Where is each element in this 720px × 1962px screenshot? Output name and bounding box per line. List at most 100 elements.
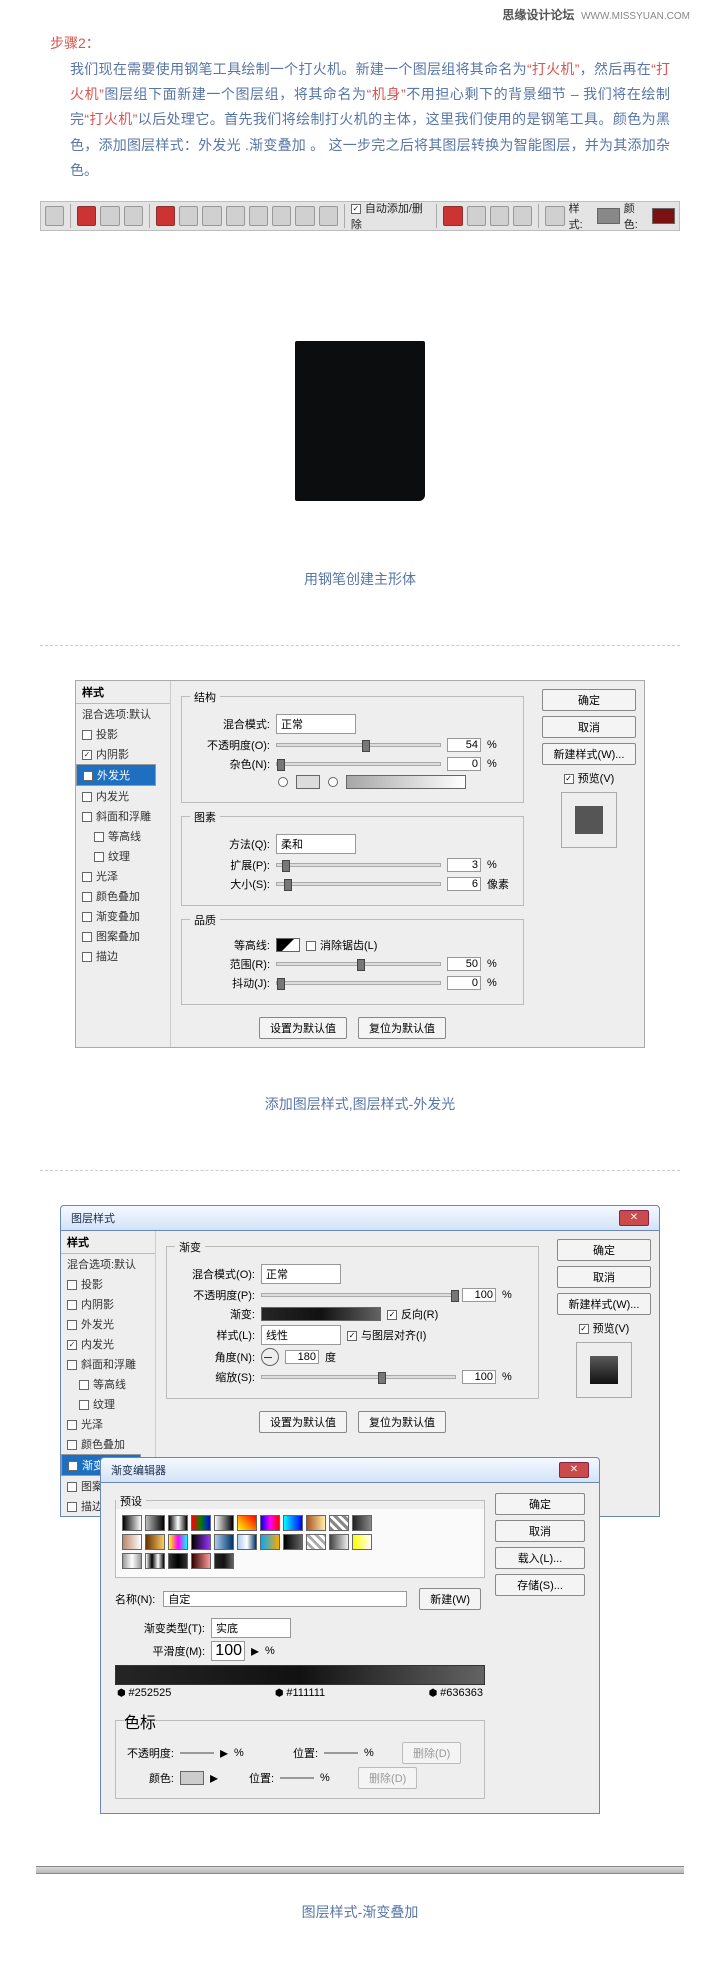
preset-swatch[interactable] bbox=[168, 1515, 188, 1531]
reset-default-button[interactable]: 复位为默认值 bbox=[358, 1017, 446, 1039]
window-titlebar[interactable]: 图层样式 ✕ bbox=[60, 1205, 660, 1230]
preview-checkbox[interactable]: 预览(V) bbox=[542, 770, 636, 786]
preset-swatch[interactable] bbox=[168, 1553, 188, 1569]
style-color-overlay[interactable]: 颜色叠加 bbox=[61, 1434, 155, 1454]
ok-button[interactable]: 确定 bbox=[557, 1239, 651, 1261]
rounded-rect-icon[interactable] bbox=[226, 206, 245, 226]
style-drop-shadow[interactable]: 投影 bbox=[76, 724, 170, 744]
style-pattern-overlay[interactable]: 图案叠加 bbox=[76, 926, 170, 946]
jitter-slider[interactable] bbox=[276, 981, 441, 985]
style-color-overlay[interactable]: 颜色叠加 bbox=[76, 886, 170, 906]
style-blend-default[interactable]: 混合选项:默认 bbox=[61, 1254, 155, 1274]
preset-swatch[interactable] bbox=[237, 1534, 257, 1550]
style-drop-shadow[interactable]: 投影 bbox=[61, 1274, 155, 1294]
preset-swatch[interactable] bbox=[237, 1515, 257, 1531]
style-bevel[interactable]: 斜面和浮雕 bbox=[61, 1354, 155, 1374]
size-input[interactable]: 6 bbox=[447, 877, 481, 891]
style-satin[interactable]: 光泽 bbox=[61, 1414, 155, 1434]
go-scale-slider[interactable] bbox=[261, 1375, 456, 1379]
close-icon[interactable]: ✕ bbox=[559, 1462, 589, 1478]
style-bevel[interactable]: 斜面和浮雕 bbox=[76, 806, 170, 826]
glow-gradient-radio[interactable] bbox=[328, 777, 338, 787]
new-style-button[interactable]: 新建样式(W)... bbox=[542, 743, 636, 765]
contour-picker[interactable] bbox=[276, 938, 300, 952]
preset-swatch[interactable] bbox=[214, 1553, 234, 1569]
reverse-checkbox[interactable]: 反向(R) bbox=[387, 1306, 438, 1322]
style-satin[interactable]: 光泽 bbox=[76, 866, 170, 886]
shape-layers-icon[interactable] bbox=[77, 206, 96, 226]
preset-swatch[interactable] bbox=[283, 1515, 303, 1531]
ge-cancel-button[interactable]: 取消 bbox=[495, 1520, 585, 1542]
cancel-button[interactable]: 取消 bbox=[542, 716, 636, 738]
spread-slider[interactable] bbox=[276, 863, 441, 867]
style-contour[interactable]: 等高线 bbox=[61, 1374, 155, 1394]
technique-select[interactable]: 柔和 bbox=[276, 834, 356, 854]
spread-input[interactable]: 3 bbox=[447, 858, 481, 872]
styles-header[interactable]: 样式 bbox=[61, 1231, 155, 1254]
link-icon[interactable] bbox=[545, 206, 564, 226]
reset-default-button[interactable]: 复位为默认值 bbox=[358, 1411, 446, 1433]
set-default-button[interactable]: 设置为默认值 bbox=[259, 1411, 347, 1433]
angle-dial[interactable] bbox=[261, 1348, 279, 1366]
smoothness-input[interactable]: 100 bbox=[211, 1641, 245, 1661]
pen-tool-icon[interactable] bbox=[45, 206, 64, 226]
auto-add-delete-checkbox[interactable]: 自动添加/删除 bbox=[351, 200, 431, 232]
preset-swatch[interactable] bbox=[260, 1515, 280, 1531]
style-contour[interactable]: 等高线 bbox=[76, 826, 170, 846]
style-blend-default[interactable]: 混合选项:默认 bbox=[76, 704, 170, 724]
ge-titlebar[interactable]: 渐变编辑器 ✕ bbox=[100, 1457, 600, 1482]
style-texture[interactable]: 纹理 bbox=[76, 846, 170, 866]
go-blend-mode-select[interactable]: 正常 bbox=[261, 1264, 341, 1284]
paths-icon[interactable] bbox=[100, 206, 119, 226]
styles-header[interactable]: 样式 bbox=[76, 681, 170, 704]
preset-swatch[interactable] bbox=[329, 1515, 349, 1531]
rect-icon[interactable] bbox=[202, 206, 221, 226]
preset-swatch[interactable] bbox=[214, 1515, 234, 1531]
fill-pixels-icon[interactable] bbox=[124, 206, 143, 226]
preset-swatch[interactable] bbox=[214, 1534, 234, 1550]
align-checkbox[interactable]: 与图层对齐(I) bbox=[347, 1327, 426, 1343]
subtract-icon[interactable] bbox=[467, 206, 486, 226]
blend-mode-select[interactable]: 正常 bbox=[276, 714, 356, 734]
preview-checkbox[interactable]: 预览(V) bbox=[557, 1320, 651, 1336]
preset-swatch[interactable] bbox=[122, 1553, 142, 1569]
range-input[interactable]: 50 bbox=[447, 957, 481, 971]
polygon-icon[interactable] bbox=[272, 206, 291, 226]
style-outer-glow[interactable]: 外发光 bbox=[76, 764, 156, 786]
style-inner-shadow[interactable]: 内阴影 bbox=[76, 744, 170, 764]
go-angle-input[interactable]: 180 bbox=[285, 1350, 319, 1364]
preset-swatch[interactable] bbox=[168, 1534, 188, 1550]
exclude-icon[interactable] bbox=[513, 206, 532, 226]
go-gradient-swatch[interactable] bbox=[261, 1307, 381, 1321]
ellipse-icon[interactable] bbox=[249, 206, 268, 226]
opacity-input[interactable]: 54 bbox=[447, 738, 481, 752]
noise-input[interactable]: 0 bbox=[447, 757, 481, 771]
preset-swatch[interactable] bbox=[306, 1515, 326, 1531]
antialias-checkbox[interactable]: 消除锯齿(L) bbox=[306, 937, 377, 953]
set-default-button[interactable]: 设置为默认值 bbox=[259, 1017, 347, 1039]
preset-swatch[interactable] bbox=[191, 1515, 211, 1531]
preset-swatch[interactable] bbox=[122, 1534, 142, 1550]
preset-swatch[interactable] bbox=[145, 1515, 165, 1531]
ge-ok-button[interactable]: 确定 bbox=[495, 1493, 585, 1515]
ge-save-button[interactable]: 存储(S)... bbox=[495, 1574, 585, 1596]
ge-load-button[interactable]: 载入(L)... bbox=[495, 1547, 585, 1569]
gradient-type-select[interactable]: 实底 bbox=[211, 1618, 291, 1638]
go-scale-input[interactable]: 100 bbox=[462, 1370, 496, 1384]
jitter-input[interactable]: 0 bbox=[447, 976, 481, 990]
preset-swatch[interactable] bbox=[283, 1534, 303, 1550]
range-slider[interactable] bbox=[276, 962, 441, 966]
preset-swatch[interactable] bbox=[329, 1534, 349, 1550]
pen-icon[interactable] bbox=[156, 206, 175, 226]
style-outer-glow[interactable]: 外发光 bbox=[61, 1314, 155, 1334]
preset-swatch[interactable] bbox=[352, 1515, 372, 1531]
style-inner-glow[interactable]: 内发光 bbox=[61, 1334, 155, 1354]
go-opacity-input[interactable]: 100 bbox=[462, 1288, 496, 1302]
gradient-name-input[interactable] bbox=[163, 1591, 407, 1607]
new-gradient-button[interactable]: 新建(W) bbox=[419, 1588, 481, 1610]
preset-swatch[interactable] bbox=[260, 1534, 280, 1550]
custom-shape-icon[interactable] bbox=[319, 206, 338, 226]
glow-color-swatch[interactable] bbox=[296, 775, 320, 789]
go-opacity-slider[interactable] bbox=[261, 1293, 456, 1297]
glow-gradient-swatch[interactable] bbox=[346, 775, 466, 789]
